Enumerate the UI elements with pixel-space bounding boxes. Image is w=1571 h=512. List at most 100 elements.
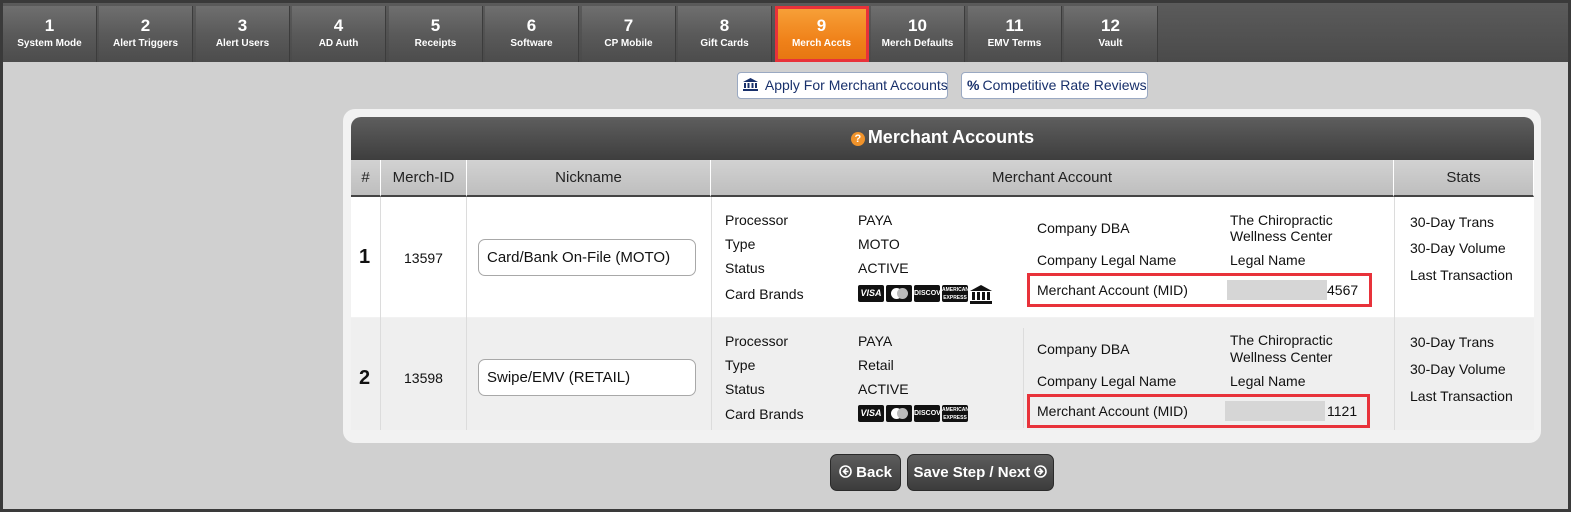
processor-value: PAYA — [858, 333, 893, 349]
col-header-merch-id: Merch-ID — [381, 160, 467, 197]
save-next-label: Save Step / Next — [913, 464, 1031, 481]
merch-id: 13597 — [404, 250, 443, 266]
step-label: Merch Defaults — [881, 38, 954, 49]
help-icon[interactable]: ? — [850, 132, 865, 146]
stats-last-label: Last Transaction — [1410, 388, 1513, 404]
stats-volume-label: 30-Day Volume — [1410, 240, 1506, 256]
mid-suffix: 4567 — [1327, 282, 1359, 298]
step-label: Software — [510, 38, 553, 49]
stats-last-label: Last Transaction — [1410, 267, 1513, 283]
step-number: 3 — [237, 16, 248, 35]
step-label: Vault — [1098, 38, 1123, 49]
row-number: 1 — [359, 246, 371, 268]
card-brands: VISA DISCOVER AMERICAN EXPRESS — [858, 285, 992, 304]
arrow-left-circle-icon — [839, 464, 856, 481]
step-label: CP Mobile — [604, 38, 653, 49]
card-brands-label: Card Brands — [725, 406, 804, 422]
mid-label: Merchant Account (MID) — [1037, 282, 1188, 298]
step-10[interactable]: 10 Merch Defaults — [871, 6, 965, 62]
panel-title-text: Merchant Accounts — [867, 127, 1035, 147]
processor-label: Processor — [725, 333, 789, 349]
step-11[interactable]: 11 EMV Terms — [968, 6, 1062, 62]
step-label: Gift Cards — [700, 38, 749, 49]
amex-icon: AMERICAN EXPRESS — [942, 285, 968, 302]
stats-trans-label: 30-Day Trans — [1410, 334, 1495, 350]
step-4[interactable]: 4 AD Auth — [292, 6, 386, 62]
apply-merchant-accounts-button[interactable]: Apply For Merchant Accounts — [737, 72, 948, 99]
divider — [1394, 197, 1395, 430]
step-1[interactable]: 1 System Mode — [3, 6, 97, 62]
rates-label: Competitive Rate Reviews — [982, 77, 1147, 93]
mid-redacted — [1225, 401, 1325, 421]
step-12[interactable]: 12 Vault — [1064, 6, 1158, 62]
visa-icon: VISA — [858, 285, 884, 302]
col-header-nickname: Nickname — [467, 160, 711, 197]
divider — [711, 197, 712, 430]
step-number: 1 — [44, 16, 55, 35]
mastercard-icon — [886, 405, 912, 422]
arrow-right-circle-icon — [1034, 464, 1048, 481]
nickname-input[interactable] — [478, 239, 696, 276]
col-header-stats: Stats — [1394, 160, 1534, 197]
stats-trans-label: 30-Day Trans — [1410, 214, 1495, 230]
step-5[interactable]: 5 Receipts — [389, 6, 483, 62]
nickname-input[interactable] — [478, 359, 696, 396]
company-legal-label: Company Legal Name — [1037, 252, 1177, 268]
divider — [380, 197, 381, 430]
divider — [466, 197, 467, 430]
discover-icon: DISCOVER — [914, 285, 940, 302]
apply-label: Apply For Merchant Accounts — [764, 77, 948, 93]
step-8[interactable]: 8 Gift Cards — [678, 6, 772, 62]
company-legal-value: Legal Name — [1230, 373, 1306, 389]
processor-label: Processor — [725, 212, 789, 228]
step-7[interactable]: 7 CP Mobile — [582, 6, 676, 62]
step-number: 11 — [1005, 16, 1024, 35]
mastercard-icon — [886, 285, 912, 302]
company-dba-line2: Wellness Center — [1230, 228, 1333, 244]
company-dba-label: Company DBA — [1037, 220, 1130, 236]
step-6[interactable]: 6 Software — [485, 6, 579, 62]
step-2[interactable]: 2 Alert Triggers — [99, 6, 193, 62]
status-label: Status — [725, 381, 765, 397]
card-brands: VISA DISCOVER AMERICAN EXPRESS — [858, 405, 968, 422]
status-value: ACTIVE — [858, 381, 909, 397]
type-label: Type — [725, 236, 756, 252]
step-label: Merch Accts — [791, 38, 852, 49]
mid-redacted — [1227, 280, 1327, 300]
visa-icon: VISA — [858, 405, 884, 422]
step-9[interactable]: 9 Merch Accts — [775, 6, 869, 62]
step-number: 12 — [1101, 16, 1120, 35]
status-label: Status — [725, 260, 765, 276]
step-number: 7 — [623, 16, 634, 35]
step-number: 10 — [908, 16, 927, 35]
company-dba-line1: The Chiropractic — [1230, 332, 1333, 348]
company-legal-label: Company Legal Name — [1037, 373, 1177, 389]
company-dba-label: Company DBA — [1037, 341, 1130, 357]
company-dba-line2: Wellness Center — [1230, 349, 1333, 365]
step-number: 2 — [140, 16, 151, 35]
divider — [1023, 328, 1024, 428]
back-label: Back — [856, 464, 893, 481]
type-value: Retail — [858, 357, 894, 373]
type-label: Type — [725, 357, 756, 373]
save-next-button[interactable]: Save Step / Next — [907, 454, 1054, 491]
company-legal-value: Legal Name — [1230, 252, 1306, 268]
step-3[interactable]: 3 Alert Users — [196, 6, 290, 62]
step-label: Alert Triggers — [112, 38, 179, 49]
status-value: ACTIVE — [858, 260, 909, 276]
percent-icon: % — [967, 77, 980, 93]
step-label: Alert Users — [215, 38, 270, 49]
step-number: 5 — [430, 16, 441, 35]
company-dba-line1: The Chiropractic — [1230, 212, 1333, 228]
back-button[interactable]: Back — [830, 454, 901, 491]
competitive-rate-reviews-button[interactable]: % Competitive Rate Reviews — [961, 72, 1148, 99]
step-bar: 1 System Mode 2 Alert Triggers 3 Alert User… — [3, 3, 1568, 62]
step-number: 4 — [333, 16, 344, 35]
discover-icon: DISCOVER — [914, 405, 940, 422]
step-number: 8 — [719, 16, 730, 35]
merch-id: 13598 — [404, 370, 443, 386]
col-header-num: # — [351, 160, 381, 197]
step-number: 9 — [816, 16, 827, 35]
card-brands-label: Card Brands — [725, 286, 804, 302]
step-label: Receipts — [414, 38, 457, 49]
